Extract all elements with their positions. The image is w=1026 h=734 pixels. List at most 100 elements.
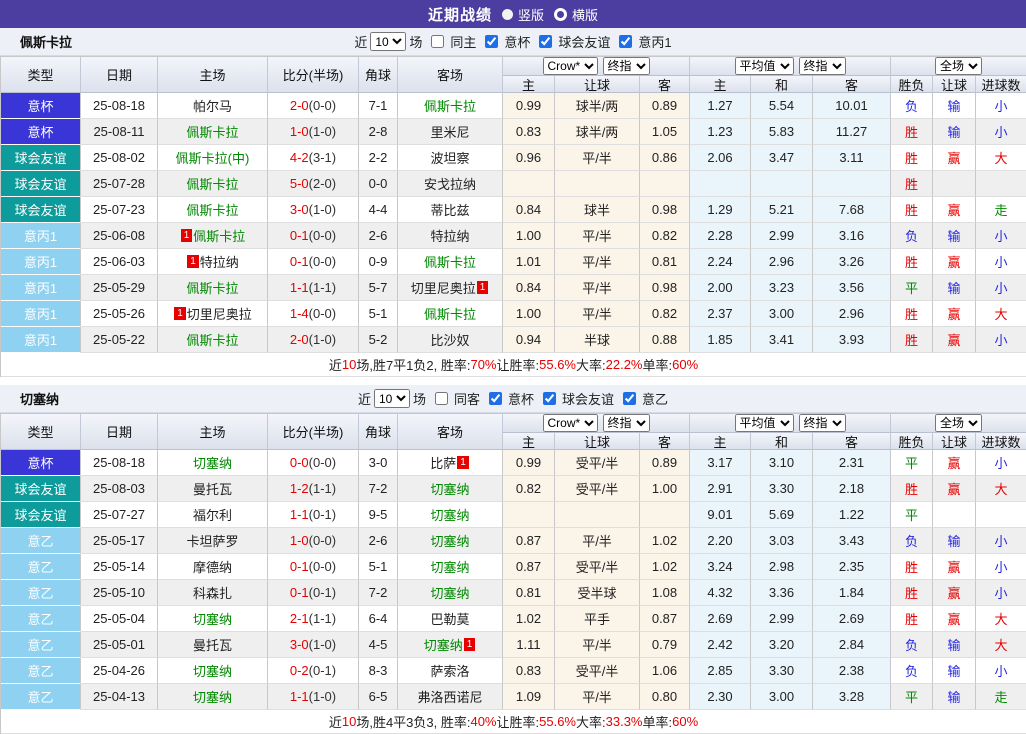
league-filter[interactable]: 球会友谊 [533,32,610,51]
same-venue-checkbox[interactable] [431,35,444,48]
odds-home: 0.81 [503,580,555,606]
summary-part: 场,胜4平3负3, 胜率: [356,712,470,731]
odds-away: 0.80 [640,684,690,710]
league-type-cell: 意乙 [1,658,81,684]
away-team-cell: 佩斯卡拉 [398,301,503,327]
result-goals-value: 小 [994,252,1007,271]
result-wdl-value: 胜 [905,148,918,167]
result-goals: 小 [976,580,1026,606]
yellow-red-card-badge: 1 [457,456,469,469]
avg-time-select[interactable]: 终指 [799,57,846,75]
league-filter-checkbox[interactable] [619,35,632,48]
same-venue-filter[interactable]: 同主 [425,32,476,51]
odds-away: 0.82 [640,223,690,249]
scope-select[interactable]: 全场 [935,57,982,75]
league-filter-label: 球会友谊 [562,389,614,408]
avg-draw: 3.30 [751,476,813,502]
match-count-select[interactable]: 10 [374,389,410,408]
result-goals: 大 [976,145,1026,171]
avg-draw: 2.99 [751,223,813,249]
away-team-cell: 切塞纳 [398,580,503,606]
league-filter[interactable]: 意杯 [483,389,534,408]
away-team: 切塞纳 [430,557,469,576]
league-filter[interactable]: 球会友谊 [537,389,614,408]
avg-draw: 3.10 [751,450,813,476]
result-goals-value: 小 [994,96,1007,115]
radio-vertical-layout[interactable]: 竖版 [502,5,544,24]
league-type-cell: 球会友谊 [1,145,81,171]
summary-part: 10 [342,714,356,729]
half-time-score: (0-0) [309,98,336,113]
league-filter-checkbox[interactable] [543,392,556,405]
sub-column-header: 让球 [933,433,976,450]
away-team: 特拉纳 [430,226,469,245]
radio-horizontal-layout[interactable]: 横版 [554,5,598,24]
sub-column-header: 胜负 [891,433,933,450]
home-team-cell: 佩斯卡拉 [158,119,268,145]
odds-time-select[interactable]: 终指 [603,57,650,75]
match-date: 25-08-11 [81,119,158,145]
half-time-score: (1-1) [309,611,336,626]
full-time-score: 1-4 [290,306,309,321]
team-name: 佩斯卡拉 [20,32,72,51]
league-filter[interactable]: 意杯 [479,32,530,51]
radio-horizontal-label: 横版 [572,5,598,24]
summary-part: 单率: [643,712,673,731]
same-venue-filter[interactable]: 同客 [429,389,480,408]
league-filter[interactable]: 意乙 [617,389,668,408]
home-team: 摩德纳 [193,557,232,576]
result-goals-value: 小 [994,278,1007,297]
away-team-cell: 佩斯卡拉 [398,249,503,275]
yellow-red-card-badge: 1 [187,255,199,268]
league-filter-label: 意杯 [508,389,534,408]
result-handicap: 输 [933,684,976,710]
away-team-cell: 里米尼 [398,119,503,145]
corners-cell: 5-7 [359,275,398,301]
same-venue-checkbox[interactable] [435,392,448,405]
result-wdl-value: 胜 [905,583,918,602]
odds-home: 0.87 [503,554,555,580]
odds-away: 1.08 [640,580,690,606]
sub-column-header: 让球 [555,433,640,450]
filter-controls: 近10场同客意杯球会友谊意乙 [358,389,668,408]
average-select[interactable]: 平均值 [735,414,794,432]
half-time-score: (0-1) [309,663,336,678]
same-venue-label: 同客 [454,389,480,408]
league-filter-checkbox[interactable] [539,35,552,48]
corners-cell: 5-2 [359,327,398,353]
average-select[interactable]: 平均值 [735,57,794,75]
score-cell: 2-0(0-0) [268,93,359,119]
league-filter[interactable]: 意丙1 [613,32,671,51]
result-goals-value: 小 [994,122,1007,141]
result-handicap-value: 赢 [947,304,960,323]
scope-select[interactable]: 全场 [935,414,982,432]
summary-part: 22.2% [606,357,643,372]
league-filter-checkbox[interactable] [623,392,636,405]
summary-part: 近 [329,712,342,731]
result-goals-value: 小 [994,453,1007,472]
result-goals: 大 [976,606,1026,632]
home-team: 科森扎 [193,583,232,602]
avg-away: 3.28 [813,684,891,710]
team-name: 切塞纳 [20,389,59,408]
summary-part: 近 [329,355,342,374]
odds-handicap: 受平/半 [555,450,640,476]
result-wdl-value: 胜 [905,479,918,498]
summary-part: 10 [342,357,356,372]
league-filter-checkbox[interactable] [485,35,498,48]
bookmaker-select[interactable]: Crow* [543,57,598,75]
result-goals: 小 [976,119,1026,145]
avg-away: 1.84 [813,580,891,606]
score-cell: 0-1(0-0) [268,554,359,580]
avg-time-select[interactable]: 终指 [799,414,846,432]
match-count-select[interactable]: 10 [370,32,406,51]
odds-time-select[interactable]: 终指 [603,414,650,432]
avg-draw: 3.36 [751,580,813,606]
result-goals-value: 大 [994,609,1007,628]
away-team-cell: 安戈拉纳 [398,171,503,197]
away-team: 弗洛西诺尼 [417,687,482,706]
bookmaker-select[interactable]: Crow* [543,414,598,432]
result-goals-value: 小 [994,661,1007,680]
yellow-red-card-badge: 1 [181,229,193,242]
league-filter-checkbox[interactable] [489,392,502,405]
